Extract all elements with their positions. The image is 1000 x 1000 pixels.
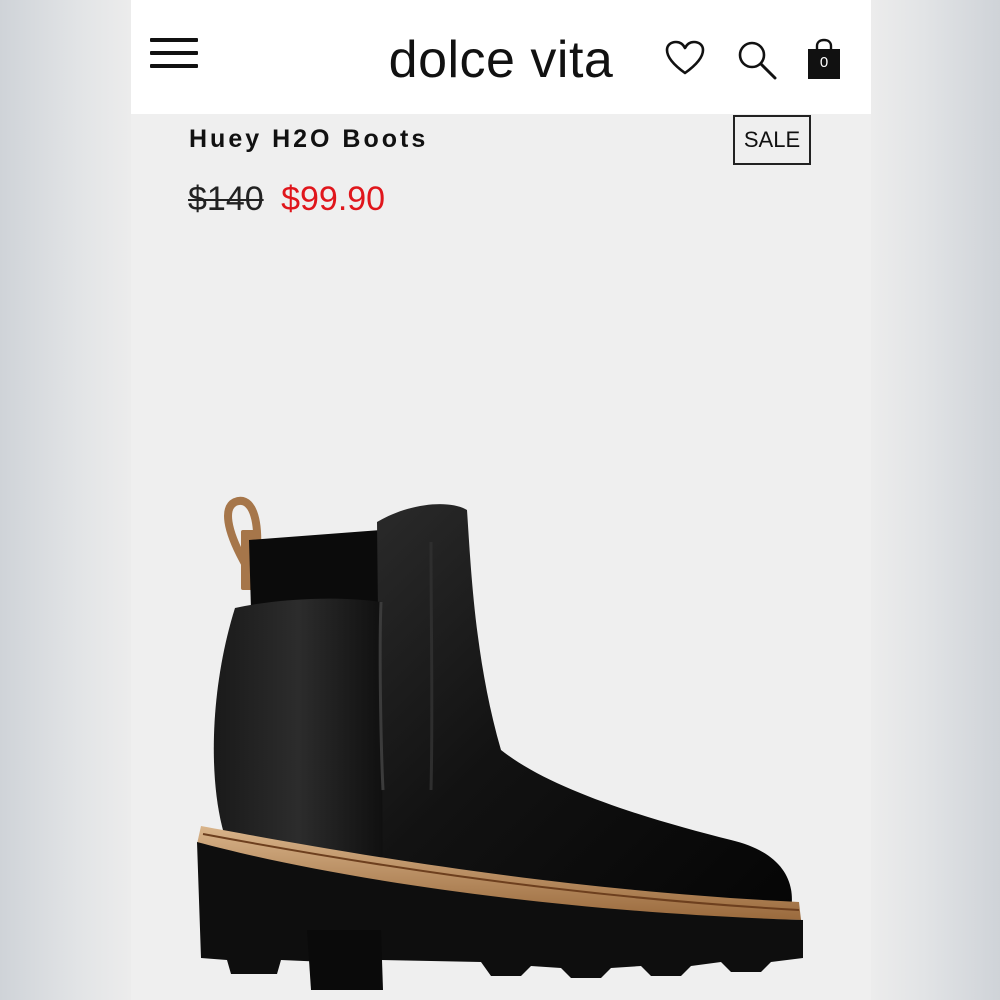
- search-icon[interactable]: [737, 40, 777, 80]
- product-page: dolce vita 0 Huey H2O Boots SALE $140 $9…: [131, 0, 871, 1000]
- right-backdrop: [871, 0, 1000, 1000]
- sale-price: $99.90: [281, 180, 386, 218]
- cart-count: 0: [819, 54, 829, 71]
- price-row: $140 $99.90: [188, 180, 385, 219]
- original-price: $140: [188, 180, 264, 218]
- left-backdrop: [0, 0, 131, 1000]
- product-title: Huey H2O Boots: [189, 125, 429, 153]
- product-image[interactable]: [131, 230, 871, 1000]
- sale-badge: SALE: [733, 115, 811, 165]
- menu-icon[interactable]: [150, 38, 198, 70]
- site-header: dolce vita 0: [131, 0, 871, 114]
- brand-logo[interactable]: dolce vita: [331, 24, 671, 96]
- heart-icon[interactable]: [665, 40, 705, 76]
